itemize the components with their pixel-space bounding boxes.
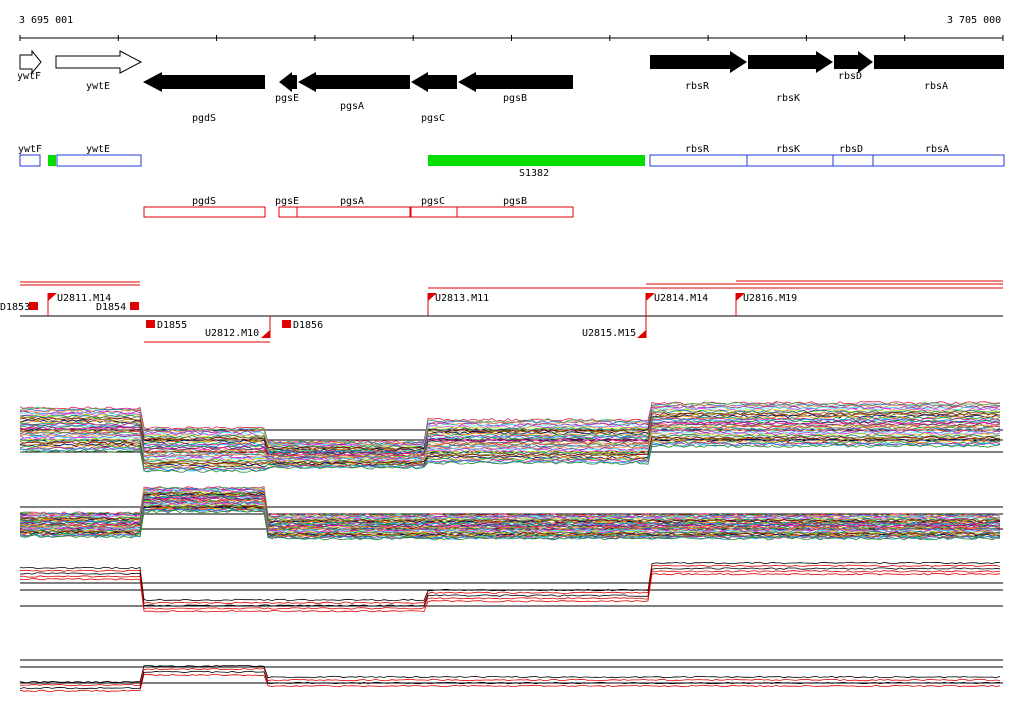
gene-label-rbsA: rbsA [924, 81, 948, 92]
gene-label-pgsE: pgsE [275, 93, 299, 104]
tss-flag-u2812[interactable] [261, 330, 270, 338]
feature-box-ywtE[interactable] [56, 154, 142, 167]
gene-label-ywtE: ywtE [86, 81, 110, 92]
feature-label-pgsB: pgsB [503, 196, 527, 207]
signal-lines [19, 401, 1001, 473]
tss-label-u2813: U2813.M11 [435, 293, 489, 304]
gene-arrow-pgsE[interactable] [279, 72, 297, 92]
feature-label-ywtF: ywtF [18, 144, 42, 155]
tss-marker-d1856[interactable] [282, 320, 291, 328]
tss-label-d1856: D1856 [293, 320, 323, 331]
tss-track: D1853 U2811.M14 D1854 D1855 U2812.M10 D1… [0, 280, 1003, 343]
gene-arrow-ywtF[interactable] [19, 49, 42, 75]
gene-arrow-pgdS[interactable] [143, 72, 265, 92]
gene-arrow-rbsD[interactable] [834, 51, 873, 73]
gene-arrow-track: ywtF ywtE pgdS pgsE pgsA pgsC pgsB rbsR … [17, 49, 1004, 124]
genome-browser-canvas: 3 695 001 3 705 000 ywtF ywtE pgdS pgsE … [0, 15, 1005, 693]
tss-marker-d1853[interactable] [29, 302, 38, 310]
feature-label-ywtE: ywtE [86, 144, 110, 155]
tss-marker-d1854[interactable] [130, 302, 139, 310]
gene-label-ywtF: ywtF [17, 71, 41, 82]
feature-box-S1382[interactable] [428, 155, 645, 166]
gene-arrow-rbsA[interactable] [874, 55, 1004, 69]
signal-track-forward-summary [19, 561, 1003, 613]
signal-track-reverse-multi [19, 485, 1003, 541]
tss-label-u2814: U2814.M14 [654, 293, 708, 304]
feature-label-pgdS: pgdS [192, 196, 216, 207]
tss-label-d1853: D1853 [0, 302, 30, 313]
feature-label-rbsK: rbsK [776, 144, 800, 155]
gene-arrow-rbsK[interactable] [748, 51, 833, 73]
gene-label-pgdS: pgdS [192, 113, 216, 124]
signal-lines [19, 561, 1001, 613]
gene-arrow-pgsB[interactable] [458, 72, 573, 92]
feature-box-rbsK[interactable] [746, 154, 834, 167]
gene-label-rbsR: rbsR [685, 81, 710, 92]
feature-box-pgdS[interactable] [143, 206, 266, 218]
signal-track-forward-multi [19, 401, 1003, 473]
feature-box-rbsD[interactable] [832, 154, 874, 167]
tss-flag-u2811[interactable] [48, 293, 57, 301]
signal-line [19, 564, 1001, 604]
tss-marker-d1855[interactable] [146, 320, 155, 328]
feature-label-S1382: S1382 [519, 168, 549, 179]
feature-box-rbsA[interactable] [872, 154, 1005, 167]
feature-box-pgsA[interactable] [296, 206, 411, 218]
tss-label-u2812: U2812.M10 [205, 328, 259, 339]
tss-flag-u2815[interactable] [637, 330, 646, 338]
feature-label-pgsE: pgsE [275, 196, 299, 207]
annotation-track-reverse: pgdS pgsE pgsA pgsC pgsB [143, 196, 574, 218]
tss-label-u2815: U2815.M15 [582, 328, 636, 339]
gene-arrow-rbsR[interactable] [650, 51, 747, 73]
feature-box-pgsE[interactable] [278, 206, 298, 218]
gene-label-rbsD: rbsD [838, 71, 862, 82]
coordinate-ruler: 3 695 001 3 705 000 [19, 15, 1004, 41]
gene-arrow-pgsC[interactable] [411, 72, 457, 92]
gene-label-pgsA: pgsA [340, 101, 364, 112]
gene-label-pgsC: pgsC [421, 113, 445, 124]
signal-lines [19, 664, 1001, 693]
annotation-track-forward: ywtF ywtE S1382 rbsR rbsK rbsD rbsA [18, 144, 1005, 179]
tss-label-d1854: D1854 [96, 302, 126, 313]
gene-arrow-pgsA[interactable] [298, 72, 410, 92]
tss-label-d1855: D1855 [157, 320, 187, 331]
signal-track-reverse-summary [19, 659, 1003, 693]
feature-label-pgsA: pgsA [340, 196, 364, 207]
signal-lines [19, 485, 1001, 541]
coord-end-label: 3 705 000 [947, 15, 1001, 26]
feature-label-pgsC: pgsC [421, 196, 445, 207]
gene-label-rbsK: rbsK [776, 93, 800, 104]
feature-label-rbsD: rbsD [839, 144, 863, 155]
feature-box-green-small[interactable] [48, 155, 56, 166]
tss-label-u2816: U2816.M19 [743, 293, 797, 304]
feature-box-rbsR[interactable] [649, 154, 748, 167]
gene-label-pgsB: pgsB [503, 93, 527, 104]
feature-box-pgsC[interactable] [410, 206, 458, 218]
feature-label-rbsR: rbsR [685, 144, 710, 155]
feature-label-rbsA: rbsA [925, 144, 949, 155]
feature-box-ywtF[interactable] [19, 154, 41, 167]
gene-arrow-ywtE[interactable] [55, 50, 143, 74]
feature-box-pgsB[interactable] [456, 206, 574, 218]
coord-start-label: 3 695 001 [19, 15, 73, 26]
